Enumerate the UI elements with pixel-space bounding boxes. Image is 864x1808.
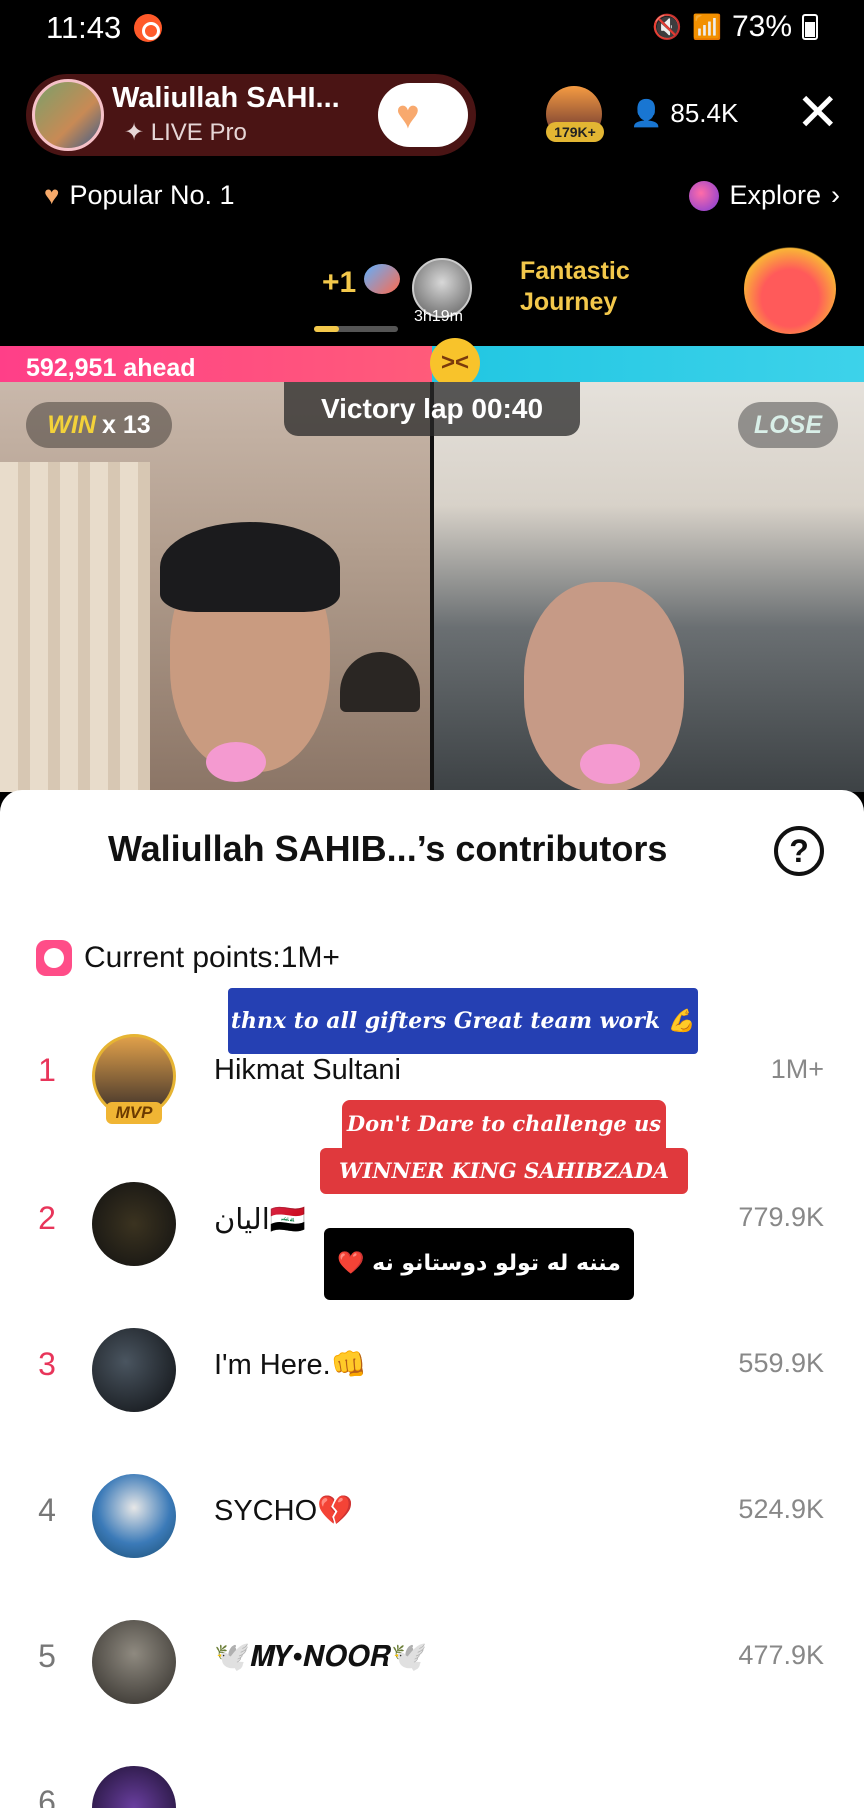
heart-plus-icon: ♥ <box>396 93 420 137</box>
current-points: Current points:1M+ <box>36 940 340 976</box>
host-name: Waliullah SAHI... <box>112 82 340 114</box>
win-label: WIN <box>47 410 96 439</box>
fish-icon <box>364 264 400 294</box>
top-gifter-badge: 179K+ <box>546 122 604 142</box>
thanks-sticker: thnx to all gifters Great team work 💪 <box>228 988 698 1054</box>
battle-emoji-icon: >< <box>430 338 480 388</box>
heart-icon: ♥ <box>44 180 60 210</box>
contributor-avatar[interactable] <box>92 1182 176 1266</box>
battery-icon <box>802 14 818 40</box>
contributor-rank: 1 <box>38 1052 56 1088</box>
host-subtitle: ✦ LIVE Pro <box>124 119 247 146</box>
contributor-name: I'm Here.👊 <box>214 1349 367 1381</box>
host-profile-pill[interactable]: Waliullah SAHI... ✦ LIVE Pro ♥ <box>26 74 476 156</box>
alarm-clock-icon <box>36 940 72 976</box>
contributor-avatar[interactable] <box>92 1328 176 1412</box>
contributor-score: 524.9K <box>738 1494 824 1524</box>
contributor-avatar[interactable] <box>92 1766 176 1808</box>
contributor-rank: 6 <box>38 1784 56 1808</box>
viewer-count[interactable]: 👤 85.4K <box>630 98 738 129</box>
win-count: x 13 <box>101 410 151 439</box>
contributor-row[interactable]: 3 I'm Here.👊 559.9K <box>0 1316 864 1426</box>
journey-title[interactable]: Fantastic Journey <box>520 256 630 318</box>
lose-badge: LOSE <box>738 402 838 448</box>
contributor-name: اليان🇮🇶 <box>214 1204 306 1236</box>
host-hair <box>160 522 340 612</box>
contributor-row[interactable]: 6 <box>0 1754 864 1808</box>
help-icon[interactable]: ? <box>774 826 824 876</box>
contributor-rank: 5 <box>38 1638 56 1674</box>
contributor-name: Hikmat Sultani <box>214 1054 401 1086</box>
contributor-score: 1M+ <box>770 1054 824 1084</box>
popular-rank[interactable]: ♥ Popular No. 1 <box>44 180 235 211</box>
mute-icon: 🔇 <box>652 13 683 41</box>
person-icon: 👤 <box>630 98 663 128</box>
chevron-right-icon: › <box>831 180 840 210</box>
contributor-score: 477.9K <box>738 1640 824 1670</box>
challenge-line2: WINNER KING SAHIBZADA SAIB <box>320 1148 688 1229</box>
contributor-score: 559.9K <box>738 1348 824 1378</box>
lips-effect <box>580 744 640 784</box>
contributor-score: 779.9K <box>738 1202 824 1232</box>
viewer-count-value: 85.4K <box>670 98 739 128</box>
journey-title-line1: Fantastic <box>520 257 630 285</box>
host-avatar[interactable] <box>32 79 104 151</box>
contributor-name: SYCHO💔 <box>214 1495 354 1527</box>
sheet-title: Waliullah SAHIB...’s contributors <box>108 828 668 869</box>
status-time: 11:43 <box>46 10 122 45</box>
contributor-row[interactable]: 4 SYCHO💔 524.9K <box>0 1462 864 1572</box>
battle-bar-right <box>432 346 864 382</box>
wifi-icon: 📶 <box>692 13 722 41</box>
explore-button[interactable]: Explore › <box>689 180 840 211</box>
contributor-avatar[interactable] <box>92 1474 176 1558</box>
journey-progress-fill <box>314 326 340 332</box>
win-badge: WIN x 13 <box>26 402 172 448</box>
journey-mascot-icon[interactable] <box>744 244 836 334</box>
explore-label: Explore <box>729 180 821 210</box>
challenge-line1: Don't Dare to challenge us <box>342 1100 666 1148</box>
status-icons: 🔇 📶 73% <box>652 10 818 44</box>
close-button[interactable]: ✕ <box>796 87 840 139</box>
journey-title-line2: Journey <box>520 288 618 316</box>
popular-label: Popular No. 1 <box>69 180 235 210</box>
contributor-rank: 2 <box>38 1200 56 1236</box>
contributor-avatar[interactable] <box>92 1620 176 1704</box>
journey-plus: +1 <box>322 266 357 299</box>
lamp <box>340 652 420 712</box>
status-bar: 11:43 🔇 📶 73% <box>0 0 864 56</box>
contributor-name: 🕊️𝑴𝒀•𝑵𝑶𝑶𝑹🕊️ <box>214 1641 428 1673</box>
contributor-rank: 4 <box>38 1492 56 1528</box>
current-points-label: Current points:1M+ <box>84 941 340 974</box>
screen-record-icon <box>134 14 162 42</box>
journey-progress <box>314 326 398 332</box>
lips-effect <box>206 742 266 782</box>
journey-timer: 3h19m <box>414 308 463 325</box>
follow-button[interactable]: ♥ <box>378 83 468 147</box>
challenge-sticker: Don't Dare to challenge us WINNER KING S… <box>320 1100 688 1229</box>
contributor-row[interactable]: 5 🕊️𝑴𝒀•𝑵𝑶𝑶𝑹🕊️ 477.9K <box>0 1608 864 1718</box>
battery-percent: 73% <box>731 10 792 43</box>
mvp-badge: MVP <box>106 1102 162 1124</box>
contributor-rank: 3 <box>38 1346 56 1382</box>
pashto-sticker: مننه له تولو دوستانو نه ❤️ <box>324 1228 634 1300</box>
planet-icon <box>689 180 720 211</box>
curtain-background <box>0 462 150 792</box>
battle-ahead-text: 592,951 ahead <box>26 354 196 382</box>
victory-lap-timer: Victory lap 00:40 <box>284 382 580 436</box>
